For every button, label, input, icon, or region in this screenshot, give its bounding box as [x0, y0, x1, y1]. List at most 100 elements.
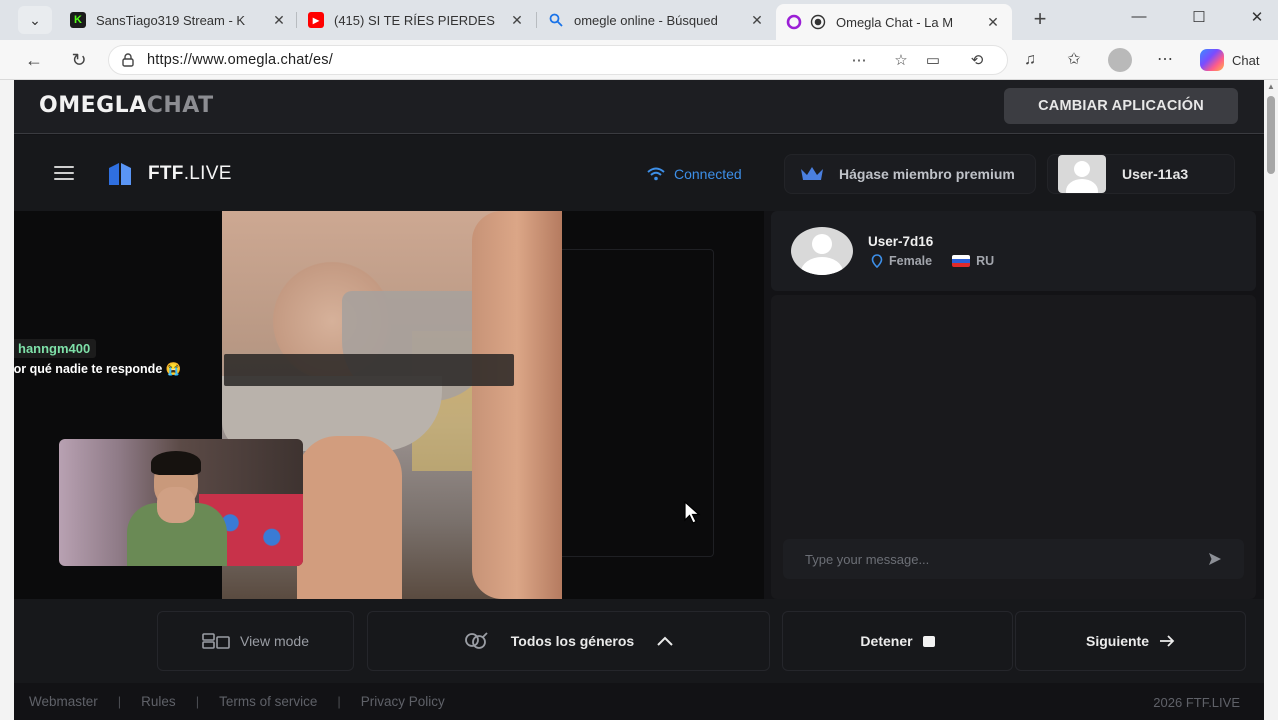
message-input[interactable]: Type your message...: [783, 539, 1244, 579]
new-tab-plus-icon[interactable]: +: [1026, 6, 1054, 34]
footer-link-rules[interactable]: Rules: [141, 694, 176, 709]
stop-square-icon: [922, 635, 935, 647]
chevron-up-icon: [657, 636, 673, 646]
arrow-right-icon: [1160, 635, 1175, 647]
footer-separator: |: [195, 694, 200, 709]
tab-close-icon[interactable]: ✕: [508, 12, 526, 29]
next-button[interactable]: Siguiente: [1015, 611, 1246, 671]
tab-close-icon[interactable]: ✕: [748, 12, 766, 29]
browser-tab-1[interactable]: K SansTiago319 Stream - K ✕: [60, 4, 298, 36]
tab-title: (415) SI TE RÍES PIERDES: [334, 12, 495, 28]
partner-avatar: [791, 227, 853, 275]
tab-actions-chevron-icon[interactable]: ⌄: [18, 6, 52, 34]
wifi-icon: [647, 167, 665, 181]
gender-icon: [464, 632, 488, 649]
scroll-up-arrow-icon[interactable]: ▲: [1266, 82, 1276, 91]
browser-tab-2[interactable]: ▶ (415) SI TE RÍES PIERDES ✕: [298, 4, 536, 36]
brand-bold: FTF: [148, 163, 184, 184]
tab-close-icon[interactable]: ✕: [270, 12, 288, 29]
local-video: [59, 439, 303, 566]
crown-icon: [801, 167, 823, 180]
maximize-icon[interactable]: ☐: [1184, 8, 1214, 26]
view-mode-button[interactable]: View mode: [157, 611, 354, 671]
logo-part-1: OMEGLA: [39, 93, 147, 118]
controls-bar: View mode Todos los géneros Detener Sigu…: [14, 599, 1264, 683]
kick-icon: K: [70, 12, 86, 28]
footer-link-privacy[interactable]: Privacy Policy: [361, 694, 445, 709]
tab-title: omegle online - Búsqued: [574, 12, 718, 28]
video-area: hanngm400 por qué nadie te responde 😭: [14, 211, 764, 599]
ftf-brand[interactable]: FTF.LIVE: [148, 163, 232, 185]
close-window-icon[interactable]: ✕: [1242, 8, 1272, 26]
omeglachat-logo[interactable]: OMEGLACHAT: [39, 93, 214, 118]
tab-title: Omegla Chat - La M: [836, 14, 954, 30]
username: User-11a3: [1122, 166, 1189, 182]
subtitle-bar: [224, 354, 514, 386]
stream-chat-username: hanngm400: [14, 339, 97, 358]
site-header: OMEGLACHAT CAMBIAR APLICACIÓN: [14, 80, 1264, 134]
partner-card: User-7d16 Female RU: [771, 211, 1256, 291]
extensions-icon[interactable]: ⟲: [967, 51, 987, 71]
settings-more-icon[interactable]: ⋯: [1154, 49, 1176, 71]
mouse-cursor-icon: [684, 501, 701, 524]
brand-thin: .LIVE: [183, 163, 232, 184]
stop-button[interactable]: Detener: [782, 611, 1013, 671]
logo-part-2: CHAT: [146, 93, 214, 118]
footer-separator: |: [117, 694, 122, 709]
status-text: Connected: [674, 166, 742, 182]
stream-overlay-panel: [14, 211, 222, 439]
user-menu[interactable]: User-11a3: [1047, 154, 1235, 194]
user-avatar: [1058, 155, 1106, 193]
url-text[interactable]: https://www.omegla.chat/es/: [147, 52, 333, 68]
copilot-label: Chat: [1232, 52, 1260, 68]
hamburger-menu-icon[interactable]: [54, 166, 74, 180]
browser-toolbar: ← ↻ https://www.omegla.chat/es/ ⋯ ☆ ▭ ⟲ …: [0, 40, 1278, 80]
app-navbar: FTF.LIVE Connected Hágase miembro premiu…: [14, 135, 1264, 211]
minimize-icon[interactable]: —: [1124, 8, 1154, 25]
copilot-button[interactable]: Chat: [1200, 48, 1259, 72]
browser-tab-3[interactable]: omegle online - Búsqued ✕: [538, 4, 776, 36]
partner-name: User-7d16: [868, 234, 934, 249]
premium-label: Hágase miembro premium: [839, 166, 1015, 182]
partner-gender: Female: [889, 254, 933, 268]
view-mode-icon: [202, 633, 230, 649]
ftf-logo-icon[interactable]: [107, 162, 133, 186]
location-pin-icon: [871, 254, 883, 268]
switch-app-button[interactable]: CAMBIAR APLICACIÓN: [1004, 88, 1238, 124]
lock-icon: [122, 53, 134, 67]
stream-chat-message: por qué nadie te responde 😭: [14, 362, 182, 376]
address-bar[interactable]: https://www.omegla.chat/es/ ⋯ ☆ ▭ ⟲: [108, 45, 1008, 75]
more-dots-circle-icon[interactable]: ⋯: [849, 51, 869, 71]
view-mode-label: View mode: [239, 633, 309, 649]
reload-icon[interactable]: ↻: [67, 48, 91, 72]
local-person-hands: [157, 487, 195, 523]
favorites-list-icon[interactable]: ✩: [1063, 49, 1085, 71]
tab-title: SansTiago319 Stream - K: [96, 12, 246, 28]
next-label: Siguiente: [1085, 633, 1149, 649]
copilot-icon: [1200, 49, 1224, 71]
send-icon[interactable]: [1208, 552, 1222, 566]
page-scrollbar[interactable]: ▲: [1264, 80, 1278, 720]
copyright-text: 2026 FTF.LIVE: [1153, 695, 1240, 710]
remote-arm: [472, 211, 562, 599]
footer: Webmaster | Rules | Terms of service | P…: [14, 683, 1264, 720]
back-arrow-icon[interactable]: ←: [22, 48, 46, 72]
omegla-icon: [786, 14, 802, 30]
premium-button[interactable]: Hágase miembro premium: [784, 154, 1036, 194]
media-icon[interactable]: ♫: [1019, 49, 1041, 71]
footer-link-terms[interactable]: Terms of service: [219, 694, 317, 709]
camera-icon[interactable]: ▭: [923, 51, 943, 71]
browser-tab-4-active[interactable]: Omegla Chat - La M ✕: [776, 4, 1012, 40]
gender-filter-button[interactable]: Todos los géneros: [367, 611, 770, 671]
footer-separator: |: [337, 694, 341, 709]
footer-link-webmaster[interactable]: Webmaster: [29, 694, 98, 709]
scrollbar-thumb[interactable]: [1267, 96, 1275, 174]
chat-messages: Type your message...: [771, 295, 1256, 599]
profile-avatar[interactable]: [1108, 48, 1132, 72]
search-icon: [548, 12, 564, 28]
connection-status: Connected: [647, 166, 742, 182]
recording-icon: [810, 14, 826, 30]
gender-filter-label: Todos los géneros: [510, 633, 635, 649]
tab-close-icon[interactable]: ✕: [984, 14, 1002, 31]
favorite-star-icon[interactable]: ☆: [891, 51, 911, 71]
